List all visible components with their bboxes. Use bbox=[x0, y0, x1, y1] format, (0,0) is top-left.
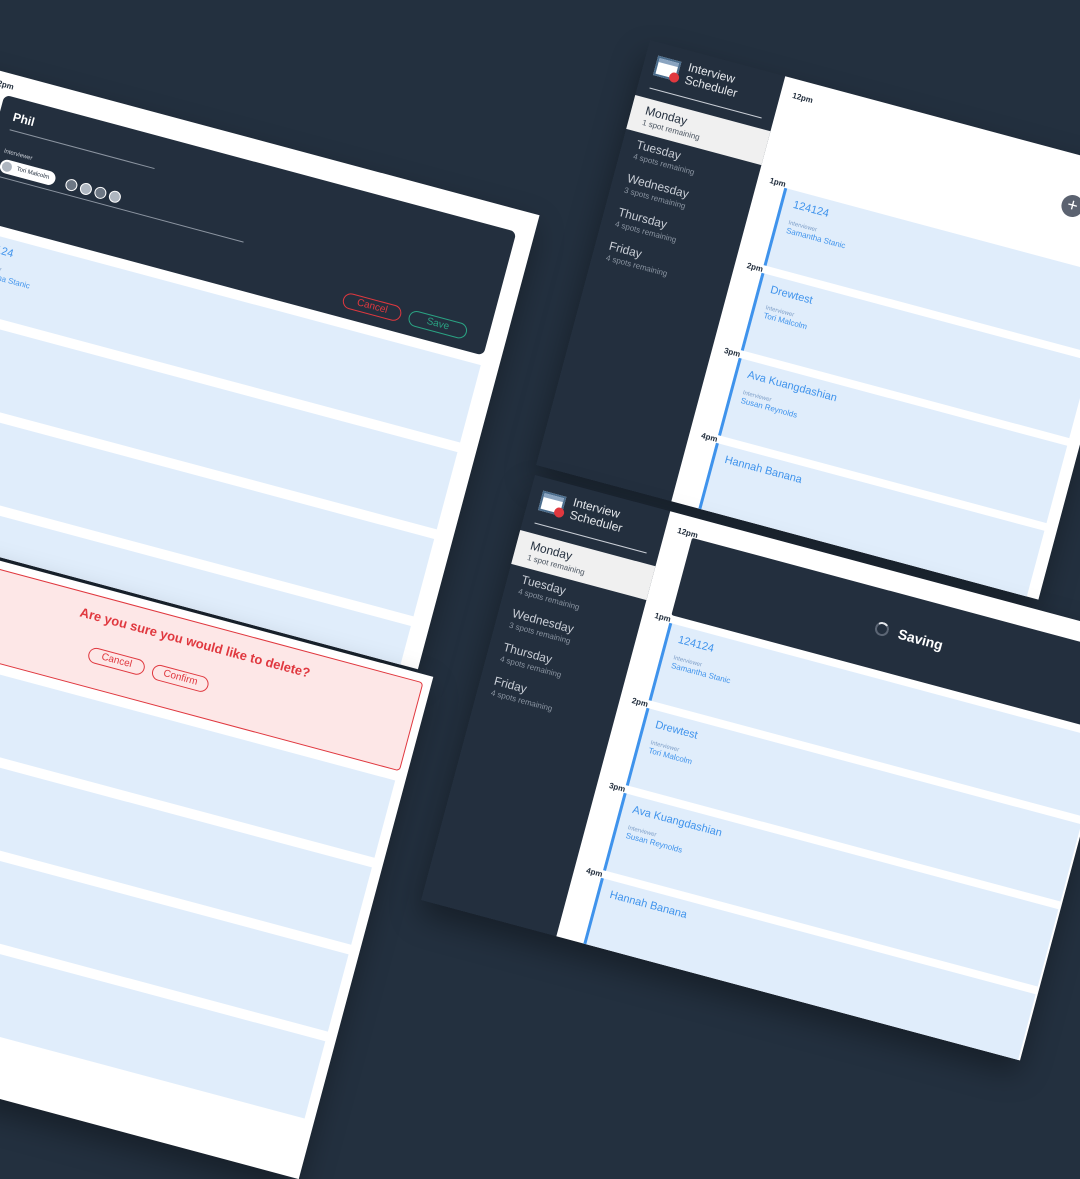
time-label-12pm: 12pm bbox=[791, 90, 814, 106]
add-appointment-button[interactable]: + bbox=[1058, 192, 1080, 220]
name-underline bbox=[9, 129, 155, 170]
time-label-12pm: 12pm bbox=[0, 77, 15, 92]
student-name-input[interactable]: Phil bbox=[11, 110, 36, 129]
cancel-button[interactable]: Cancel bbox=[86, 646, 147, 677]
saving-label: Saving bbox=[896, 625, 945, 654]
cancel-button[interactable]: Cancel bbox=[341, 291, 404, 323]
interviewer-underline bbox=[0, 175, 244, 243]
interviewer-avatar[interactable] bbox=[93, 185, 108, 201]
selected-interviewer-name: Tori Malcolm bbox=[15, 166, 50, 181]
avatar bbox=[0, 159, 15, 175]
spinner-icon bbox=[873, 620, 891, 638]
interviewer-avatar[interactable] bbox=[78, 181, 94, 197]
calendar-icon bbox=[538, 490, 567, 517]
confirm-button[interactable]: Confirm bbox=[150, 663, 211, 694]
interviewer-avatar[interactable] bbox=[107, 189, 123, 205]
edit-form-panel: 12pm Phil Interviewer Tori Malcolm Cance… bbox=[0, 60, 540, 670]
save-button[interactable]: Save bbox=[406, 309, 469, 341]
interviewer-avatar[interactable] bbox=[64, 177, 79, 193]
calendar-icon bbox=[653, 55, 682, 82]
brand-title: Interview Scheduler bbox=[683, 60, 740, 101]
brand-title: Interview Scheduler bbox=[568, 495, 625, 536]
selected-interviewer-chip[interactable]: Tori Malcolm bbox=[0, 158, 57, 187]
